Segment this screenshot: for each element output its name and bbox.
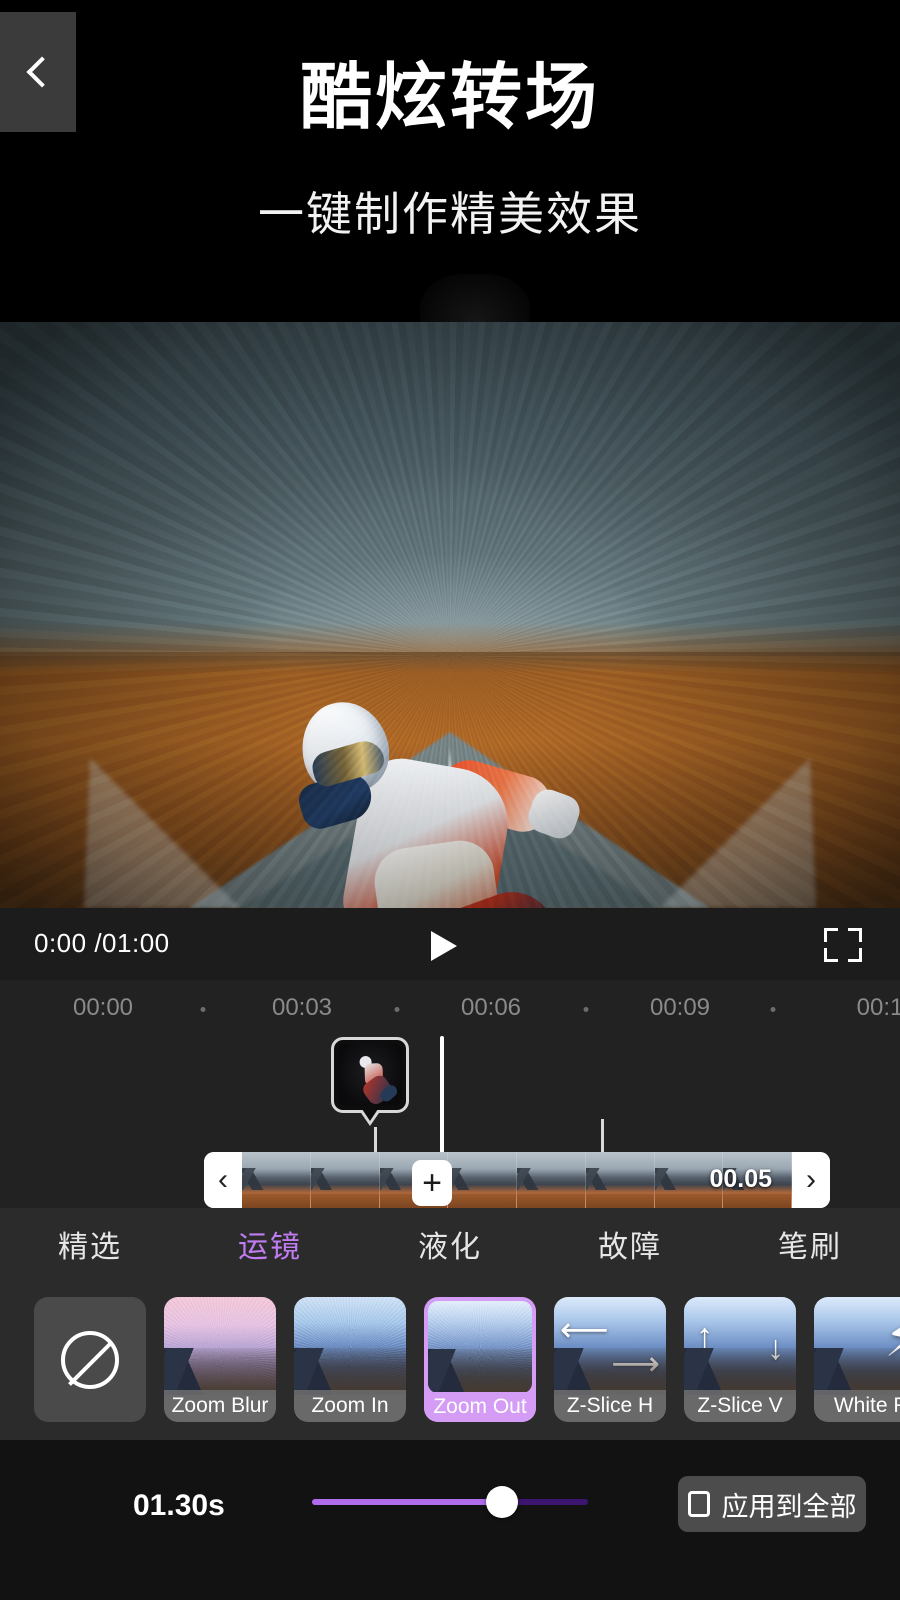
tab-brush[interactable]: 笔刷	[720, 1222, 900, 1266]
checkbox-icon[interactable]	[687, 1491, 710, 1517]
effect-card-zoom-in[interactable]: Zoom In	[294, 1297, 406, 1422]
ruler-label: 00:1	[856, 994, 900, 1021]
effect-thumbnail	[164, 1297, 276, 1395]
effect-list[interactable]: Zoom Blur Zoom In Zoom Out ⟵ ⟶ Z-Slice H	[0, 1280, 900, 1440]
fullscreen-button[interactable]	[824, 928, 862, 962]
effect-card-zoom-out[interactable]: Zoom Out	[424, 1297, 536, 1422]
ruler-label: 00:09	[649, 994, 711, 1021]
ruler-label: 00:03	[271, 994, 333, 1021]
effect-thumbnail	[428, 1301, 532, 1393]
page-subtitle: 一键制作精美效果	[258, 188, 642, 240]
effect-card-z-slice-v[interactable]: ↑ ↓ Z-Slice V	[684, 1297, 796, 1422]
frame-preview-image	[338, 1044, 402, 1106]
effect-label: White F	[814, 1390, 900, 1422]
fullscreen-icon	[824, 928, 838, 942]
clip-handle-right[interactable]: ›	[792, 1152, 830, 1208]
ruler-label: 00:00	[72, 994, 134, 1021]
no-effect-icon	[61, 1330, 119, 1389]
effect-label: Zoom Out	[424, 1392, 536, 1422]
timeline-clip[interactable]: 00.05 ‹ ›	[204, 1152, 830, 1208]
frame-preview-popup	[331, 1037, 409, 1126]
frame-preview-rider	[349, 1049, 402, 1106]
effect-card-zoom-blur[interactable]: Zoom Blur	[164, 1297, 276, 1422]
slider-fill	[312, 1499, 503, 1505]
clip-duration-label: 00.05	[709, 1165, 772, 1193]
clip-handle-left[interactable]: ‹	[204, 1152, 242, 1208]
transition-duration-value: 01.30s	[133, 1489, 225, 1522]
effect-thumbnail: ⟵ ⟶	[554, 1297, 666, 1395]
timeline-ruler: 00:00 00:03 00:06 00:09 00:1	[0, 994, 900, 1026]
preview-vignette	[0, 322, 900, 908]
effect-card-white-flash[interactable]: ⚡ White F	[814, 1297, 900, 1422]
effect-card-row: Zoom Blur Zoom In Zoom Out ⟵ ⟶ Z-Slice H	[34, 1297, 900, 1422]
effect-card-z-slice-h[interactable]: ⟵ ⟶ Z-Slice H	[554, 1297, 666, 1422]
page-title: 酷炫转场	[299, 58, 600, 138]
video-preview[interactable]: 111	[0, 322, 900, 908]
ruler-label: 00:06	[460, 994, 522, 1021]
play-icon	[431, 931, 457, 961]
back-chevron-icon	[26, 56, 58, 88]
apply-to-all-button[interactable]: 应用到全部	[678, 1476, 866, 1532]
effect-label: Zoom Blur	[164, 1390, 276, 1422]
arrow-horizontal-icon: ⟵ ⟶	[560, 1311, 660, 1383]
effect-label: Zoom In	[294, 1390, 406, 1422]
effect-thumbnail: ⚡	[814, 1297, 900, 1395]
effect-thumbnail	[294, 1297, 406, 1395]
tab-camera-move[interactable]: 运镜	[180, 1222, 360, 1266]
duration-slider[interactable]	[312, 1486, 588, 1518]
promo-header: 酷炫转场 一键制作精美效果	[0, 0, 900, 322]
effect-category-tabs: 精选 运镜 液化 故障 笔刷	[0, 1208, 900, 1280]
arrow-vertical-icon: ↑ ↓	[696, 1317, 784, 1367]
tab-glitch[interactable]: 故障	[540, 1222, 720, 1266]
popup-pointer	[359, 1109, 381, 1126]
player-bar: 0:00 /01:00	[0, 908, 900, 980]
effect-thumbnail: ↑ ↓	[684, 1297, 796, 1395]
lightning-bolt-icon: ⚡	[884, 1311, 900, 1365]
tab-featured[interactable]: 精选	[0, 1222, 180, 1266]
playback-time-label: 0:00 /01:00	[34, 928, 170, 958]
tab-liquify[interactable]: 液化	[360, 1222, 540, 1266]
back-button[interactable]	[0, 12, 76, 132]
effect-label: Z-Slice H	[554, 1390, 666, 1422]
effect-label: Z-Slice V	[684, 1390, 796, 1422]
apply-to-all-label: 应用到全部	[721, 1491, 857, 1522]
app-root: 酷炫转场 一键制作精美效果 111 0:00 /01:00	[0, 0, 900, 1600]
header-shadow-decor	[420, 274, 530, 322]
effect-card-none[interactable]	[34, 1297, 146, 1422]
add-transition-button[interactable]: +	[412, 1160, 452, 1206]
play-button[interactable]	[425, 928, 459, 962]
